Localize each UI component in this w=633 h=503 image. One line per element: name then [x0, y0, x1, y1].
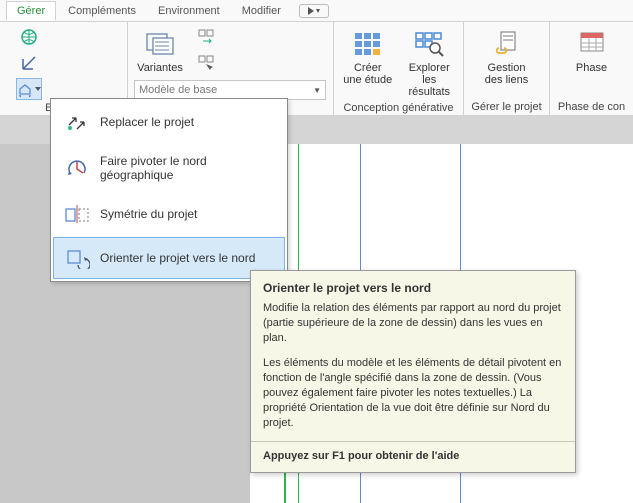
coordinates-button[interactable] [16, 52, 42, 74]
tooltip-divider [251, 441, 575, 442]
menu-label: Symétrie du projet [100, 207, 197, 221]
rotate-compass-icon [64, 156, 90, 180]
explorer-resultats-button[interactable]: Explorerles résultats [402, 26, 458, 100]
menu-label: Replacer le projet [100, 115, 194, 129]
tab-complements[interactable]: Compléments [58, 2, 146, 20]
tab-environment[interactable]: Environment [148, 2, 230, 20]
globe-icon [19, 27, 39, 47]
model-base-combo[interactable]: Modèle de base ▼ [134, 80, 326, 100]
grid-magnify-icon [413, 28, 445, 60]
links-icon [491, 28, 523, 60]
orient-north-icon [64, 246, 90, 270]
grid-arrow-icon [198, 29, 216, 45]
globe-button[interactable] [16, 26, 42, 48]
tooltip-help: Appuyez sur F1 pour obtenir de l'aide [263, 450, 563, 462]
ribbon-extras-dropdown[interactable] [299, 4, 329, 18]
menu-pivoter-nord[interactable]: Faire pivoter le nord géographique [53, 145, 285, 191]
tooltip-body: Modifie la relation des éléments par rap… [263, 301, 563, 346]
position-dropdown-button[interactable] [16, 78, 42, 100]
mirror-icon [64, 202, 90, 226]
menu-label: Faire pivoter le nord géographique [100, 154, 274, 182]
panel-label-conception: Conception générative [340, 100, 457, 114]
move-arrows-icon [64, 110, 90, 134]
gestion-liens-button[interactable]: Gestiondes liens [479, 26, 535, 88]
grid-blue-icon [352, 28, 384, 60]
phase-button[interactable]: Phase [570, 26, 614, 76]
tooltip-title: Orienter le projet vers le nord [263, 281, 563, 295]
phase-label: Phase [576, 62, 607, 74]
panel-phase: Phase Phase de con [550, 22, 633, 115]
position-dropdown-menu: Replacer le projet Faire pivoter le nord… [50, 98, 288, 282]
variants-icon [144, 28, 176, 60]
play-icon [306, 7, 322, 15]
creer-etude-button[interactable]: Créerune étude [340, 26, 396, 88]
chevron-down-icon [35, 86, 41, 92]
tab-modifier[interactable]: Modifier [232, 2, 291, 20]
combo-text: Modèle de base [139, 84, 217, 96]
ribbon-tabs: Gérer Compléments Environment Modifier [0, 0, 633, 22]
menu-label: Orienter le projet vers le nord [100, 251, 255, 265]
add-to-set-button[interactable] [194, 26, 220, 48]
house-rotate-icon [17, 81, 41, 97]
menu-symetrie-projet[interactable]: Symétrie du projet [53, 193, 285, 235]
variantes-button[interactable]: Variantes [134, 26, 186, 76]
tab-gerer[interactable]: Gérer [6, 1, 56, 21]
tooltip-body: Les éléments du modèle et les éléments d… [263, 356, 563, 431]
chevron-down-icon: ▼ [313, 86, 321, 95]
variantes-label: Variantes [137, 62, 183, 74]
menu-replacer-projet[interactable]: Replacer le projet [53, 101, 285, 143]
panel-gerer-projet: Gestiondes liens Gérer le projet [464, 22, 550, 115]
tooltip: Orienter le projet vers le nord Modifie … [250, 270, 576, 473]
panel-label-phase: Phase de con [556, 99, 627, 113]
pick-to-edit-button[interactable] [194, 52, 220, 74]
phase-icon [576, 28, 608, 60]
grid-cursor-icon [198, 55, 216, 71]
panel-label-gerer: Gérer le projet [470, 99, 543, 113]
panel-conception: Créerune étude Explorerles résultats Con… [334, 22, 464, 115]
axes-icon [20, 54, 38, 72]
